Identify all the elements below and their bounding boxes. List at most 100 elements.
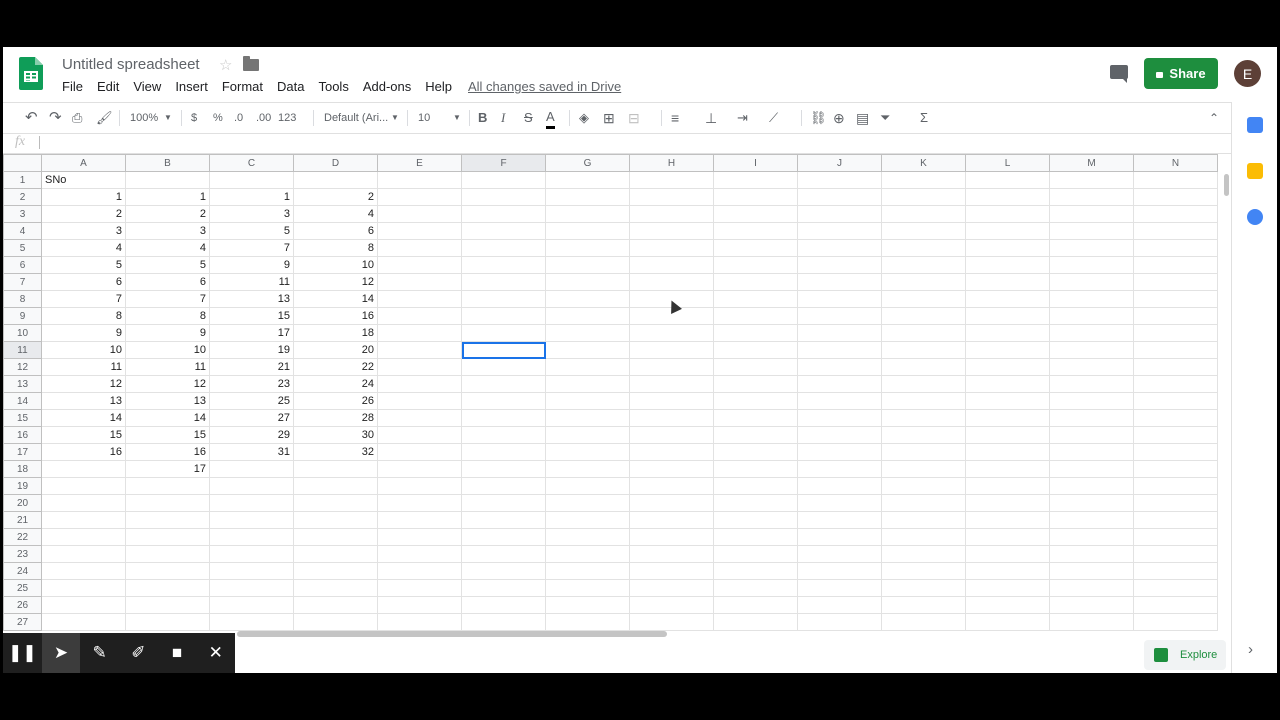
cell-h6[interactable] <box>629 256 714 274</box>
column-header-b[interactable]: B <box>125 154 210 172</box>
cell-k5[interactable] <box>881 239 966 257</box>
cell-j3[interactable] <box>797 205 882 223</box>
cell-d17[interactable]: 32 <box>293 443 378 461</box>
cell-j10[interactable] <box>797 324 882 342</box>
row-header[interactable]: 17 <box>3 443 42 461</box>
print-icon[interactable]: ⎙ <box>72 110 82 126</box>
cell-b26[interactable] <box>125 596 210 614</box>
cell-m17[interactable] <box>1049 443 1134 461</box>
cell-b20[interactable] <box>125 494 210 512</box>
cell-j11[interactable] <box>797 341 882 359</box>
cell-b3[interactable]: 2 <box>125 205 210 223</box>
cell-i3[interactable] <box>713 205 798 223</box>
cell-f12[interactable] <box>461 358 546 376</box>
cell-n14[interactable] <box>1133 392 1218 410</box>
cell-n4[interactable] <box>1133 222 1218 240</box>
cell-k4[interactable] <box>881 222 966 240</box>
cell-g18[interactable] <box>545 460 630 478</box>
cell-e27[interactable] <box>377 613 462 631</box>
cell-e23[interactable] <box>377 545 462 563</box>
cell-n1[interactable] <box>1133 171 1218 189</box>
cell-b13[interactable]: 12 <box>125 375 210 393</box>
cell-a6[interactable]: 5 <box>41 256 126 274</box>
cell-m27[interactable] <box>1049 613 1134 631</box>
cell-f24[interactable] <box>461 562 546 580</box>
cell-m23[interactable] <box>1049 545 1134 563</box>
cell-n11[interactable] <box>1133 341 1218 359</box>
cell-i2[interactable] <box>713 188 798 206</box>
cell-h1[interactable] <box>629 171 714 189</box>
cell-m22[interactable] <box>1049 528 1134 546</box>
column-header-k[interactable]: K <box>881 154 966 172</box>
cell-c26[interactable] <box>209 596 294 614</box>
cell-h12[interactable] <box>629 358 714 376</box>
row-header[interactable]: 1 <box>3 171 42 189</box>
highlighter-icon[interactable]: ✐ <box>119 633 158 673</box>
cell-j20[interactable] <box>797 494 882 512</box>
cell-f9[interactable] <box>461 307 546 325</box>
cell-e17[interactable] <box>377 443 462 461</box>
cell-c13[interactable]: 23 <box>209 375 294 393</box>
cell-c14[interactable]: 25 <box>209 392 294 410</box>
cell-m5[interactable] <box>1049 239 1134 257</box>
cell-j22[interactable] <box>797 528 882 546</box>
cell-i22[interactable] <box>713 528 798 546</box>
cell-l27[interactable] <box>965 613 1050 631</box>
cell-h25[interactable] <box>629 579 714 597</box>
cell-n22[interactable] <box>1133 528 1218 546</box>
cell-g13[interactable] <box>545 375 630 393</box>
cell-d21[interactable] <box>293 511 378 529</box>
cell-m7[interactable] <box>1049 273 1134 291</box>
column-header-j[interactable]: J <box>797 154 882 172</box>
column-header-h[interactable]: H <box>629 154 714 172</box>
cell-e6[interactable] <box>377 256 462 274</box>
menu-file[interactable]: File <box>62 79 83 94</box>
cell-g20[interactable] <box>545 494 630 512</box>
cell-g23[interactable] <box>545 545 630 563</box>
cell-l18[interactable] <box>965 460 1050 478</box>
text-wrapping-icon[interactable]: ⇥ <box>737 110 748 126</box>
cell-g15[interactable] <box>545 409 630 427</box>
cell-l17[interactable] <box>965 443 1050 461</box>
cell-f5[interactable] <box>461 239 546 257</box>
row-header[interactable]: 3 <box>3 205 42 223</box>
cell-g11[interactable] <box>545 341 630 359</box>
cell-c7[interactable]: 11 <box>209 273 294 291</box>
cell-k16[interactable] <box>881 426 966 444</box>
cell-d26[interactable] <box>293 596 378 614</box>
cell-g8[interactable] <box>545 290 630 308</box>
cell-e19[interactable] <box>377 477 462 495</box>
cell-f14[interactable] <box>461 392 546 410</box>
cell-g14[interactable] <box>545 392 630 410</box>
cell-a2[interactable]: 1 <box>41 188 126 206</box>
cell-n15[interactable] <box>1133 409 1218 427</box>
cell-e10[interactable] <box>377 324 462 342</box>
cell-h16[interactable] <box>629 426 714 444</box>
cell-l6[interactable] <box>965 256 1050 274</box>
horizontal-align-icon[interactable]: ≡ <box>671 110 679 126</box>
cell-n23[interactable] <box>1133 545 1218 563</box>
cell-b23[interactable] <box>125 545 210 563</box>
cell-f25[interactable] <box>461 579 546 597</box>
column-header-n[interactable]: N <box>1133 154 1218 172</box>
cell-e18[interactable] <box>377 460 462 478</box>
cell-c12[interactable]: 21 <box>209 358 294 376</box>
cell-n25[interactable] <box>1133 579 1218 597</box>
cell-m4[interactable] <box>1049 222 1134 240</box>
cell-k10[interactable] <box>881 324 966 342</box>
cell-h21[interactable] <box>629 511 714 529</box>
cell-b12[interactable]: 11 <box>125 358 210 376</box>
cell-h17[interactable] <box>629 443 714 461</box>
cell-d13[interactable]: 24 <box>293 375 378 393</box>
cell-n18[interactable] <box>1133 460 1218 478</box>
cell-j12[interactable] <box>797 358 882 376</box>
cell-f1[interactable] <box>461 171 546 189</box>
cell-i7[interactable] <box>713 273 798 291</box>
cell-i9[interactable] <box>713 307 798 325</box>
row-header[interactable]: 9 <box>3 307 42 325</box>
cell-e15[interactable] <box>377 409 462 427</box>
cell-m11[interactable] <box>1049 341 1134 359</box>
cell-g9[interactable] <box>545 307 630 325</box>
cell-i18[interactable] <box>713 460 798 478</box>
cell-j4[interactable] <box>797 222 882 240</box>
